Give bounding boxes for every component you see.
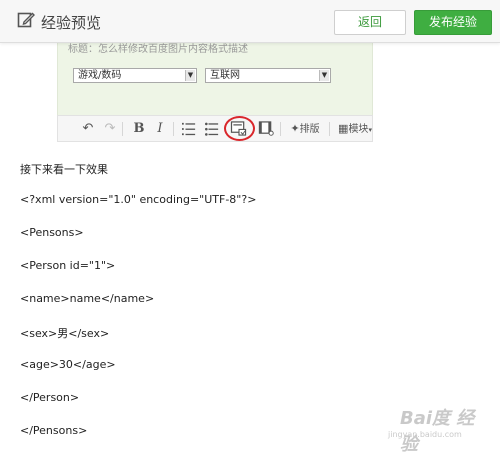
- edit-icon: [17, 12, 35, 28]
- media-icon[interactable]: [258, 121, 274, 136]
- content-line: <name>name</name>: [20, 292, 155, 305]
- category-select-value: 游戏/数码: [78, 70, 122, 81]
- content-line: <Pensons>: [20, 226, 84, 239]
- content-line: <sex>男</sex>: [20, 327, 110, 340]
- toolbar-divider: [122, 122, 123, 136]
- caret-down-icon: ▾: [368, 126, 372, 134]
- toolbar-divider: [173, 122, 174, 136]
- undo-icon[interactable]: ↶: [80, 121, 96, 137]
- subcategory-select[interactable]: 互联网 ▼: [205, 68, 331, 83]
- watermark-url: jingyan.baidu.com: [388, 430, 462, 439]
- publish-button[interactable]: 发布经验: [414, 10, 492, 35]
- watermark: Bai度 经验 jingyan.baidu.com: [380, 402, 490, 454]
- category-select[interactable]: 游戏/数码 ▼: [73, 68, 197, 83]
- magic-wand-icon: ✦: [290, 122, 300, 135]
- unordered-list-icon[interactable]: [204, 122, 220, 136]
- module-button[interactable]: ▦模块▾: [337, 121, 373, 137]
- highlight-circle: [224, 116, 255, 141]
- layout-label: 排版: [299, 124, 320, 135]
- module-label: 模块: [348, 124, 369, 135]
- watermark-text: Bai度 经验: [400, 408, 475, 454]
- top-bar: 经验预览 返回 发布经验: [0, 0, 500, 43]
- italic-button[interactable]: I: [154, 121, 166, 137]
- toolbar-divider: [280, 122, 281, 136]
- content-line: </Pensons>: [20, 424, 88, 437]
- content-line: <age>30</age>: [20, 358, 116, 371]
- content-line: 接下来看一下效果: [20, 163, 108, 176]
- subcategory-select-value: 互联网: [210, 70, 240, 81]
- toolbar-divider: [329, 122, 330, 136]
- ordered-list-icon[interactable]: [181, 122, 197, 136]
- back-button[interactable]: 返回: [334, 10, 406, 35]
- chevron-down-icon: ▼: [319, 70, 329, 81]
- bold-button[interactable]: B: [132, 121, 146, 137]
- editor-toolbar: ↶ ↷ B I ✦排版 ▦模块▾: [57, 115, 373, 142]
- content-line: <?xml version="1.0" encoding="UTF-8"?>: [20, 193, 257, 206]
- chevron-down-icon: ▼: [185, 70, 195, 81]
- content-line: </Person>: [20, 391, 80, 404]
- editor-form-panel: 标题：怎么样修改百度图片内容格式描述 游戏/数码 ▼ 互联网 ▼: [57, 36, 373, 115]
- redo-icon[interactable]: ↷: [102, 121, 118, 137]
- module-icon: ▦: [338, 122, 349, 135]
- content-line: <Person id="1">: [20, 259, 116, 272]
- layout-button[interactable]: ✦排版: [287, 121, 323, 137]
- page-title: 经验预览: [41, 14, 102, 32]
